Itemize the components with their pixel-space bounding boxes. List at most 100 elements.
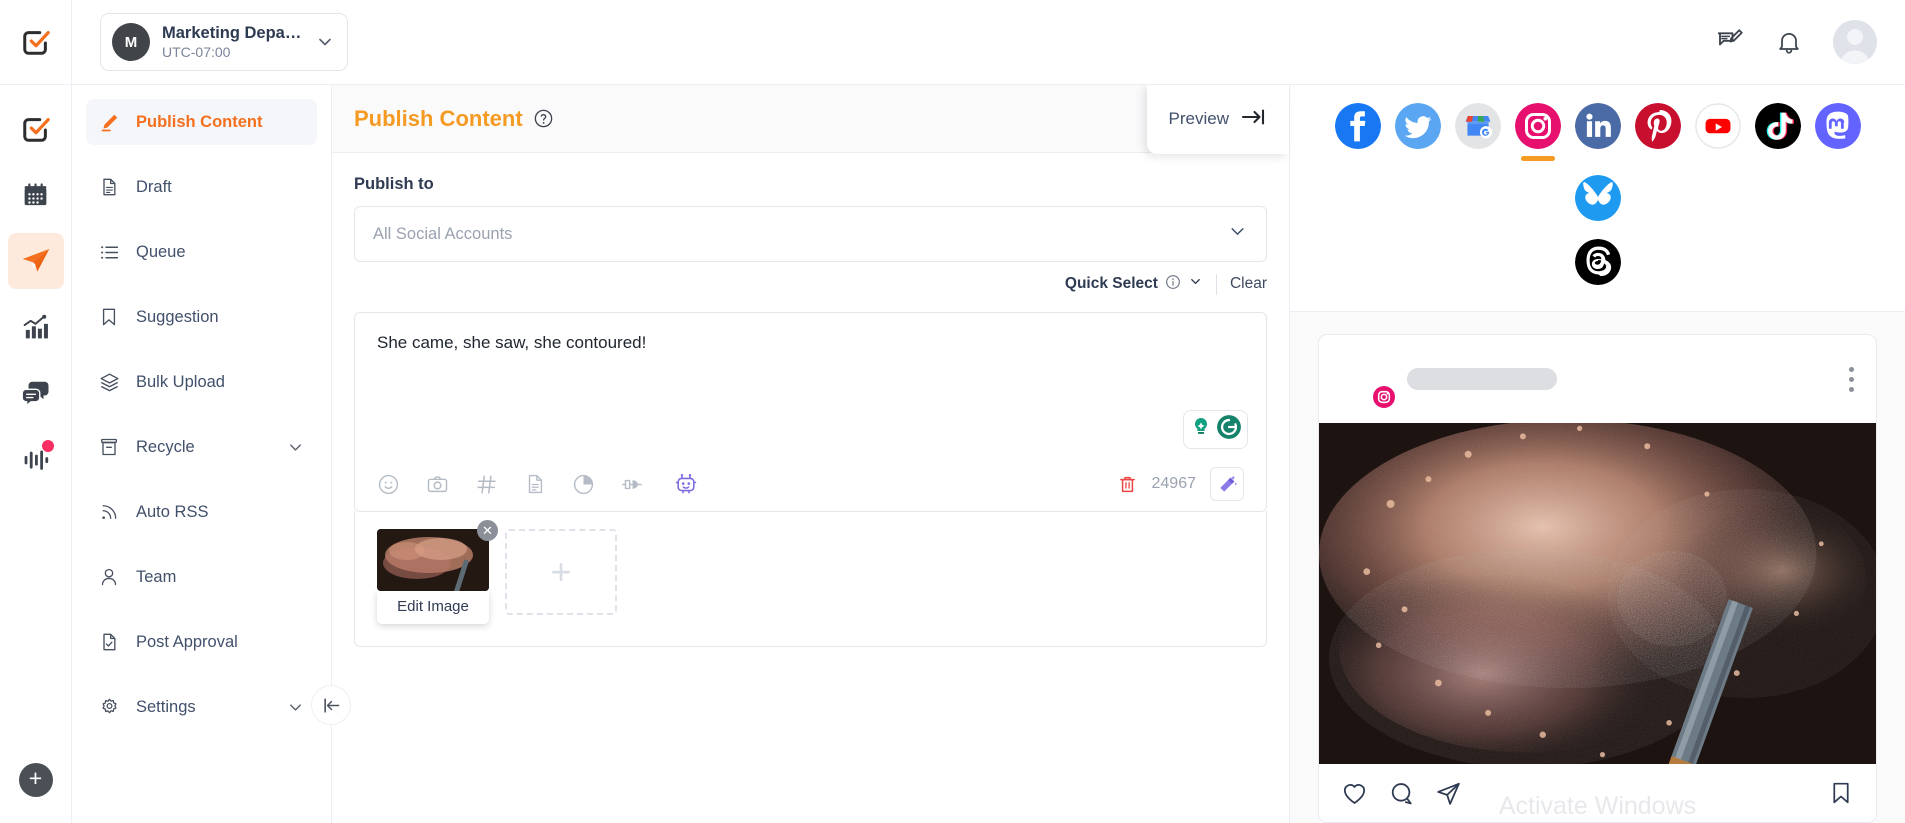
layers-icon — [98, 372, 120, 393]
collapse-left-icon — [323, 697, 339, 713]
page-title-wrap: Publish Content — [354, 106, 554, 132]
post-header — [1319, 335, 1876, 423]
active-underline — [1701, 156, 1735, 161]
pencil-icon — [98, 112, 120, 133]
sidebar-item-recycle[interactable]: Recycle — [86, 424, 317, 470]
active-underline — [1581, 156, 1615, 161]
preview-button[interactable]: Preview — [1146, 84, 1289, 154]
workspace-timezone: UTC-07:00 — [162, 44, 231, 61]
account-select-value: All Social Accounts — [373, 224, 513, 243]
google-business-icon — [1454, 103, 1501, 149]
camera-icon[interactable] — [426, 473, 449, 496]
close-icon[interactable]: ✕ — [477, 520, 498, 541]
archive-icon — [98, 437, 120, 457]
sidebar-item-label: Auto RSS — [136, 502, 209, 521]
heart-icon[interactable] — [1341, 780, 1368, 807]
network-bluesky[interactable] — [1574, 175, 1621, 233]
rail-item-analytics[interactable] — [8, 299, 64, 355]
sidebar-item-label: Draft — [136, 177, 172, 196]
pie-chart-icon[interactable] — [572, 473, 595, 496]
add-button[interactable]: + — [18, 763, 53, 797]
plug-icon[interactable] — [621, 473, 648, 496]
user-icon — [98, 567, 120, 587]
post-text-input[interactable]: She came, she saw, she contoured! — [355, 313, 1266, 457]
trash-icon[interactable] — [1117, 474, 1138, 495]
network-threads[interactable] — [1574, 239, 1621, 297]
rail-item-calendar[interactable] — [8, 167, 64, 223]
network-pinterest[interactable] — [1634, 103, 1681, 161]
sidebar-item-auto-rss[interactable]: Auto RSS — [86, 489, 317, 535]
sidebar-item-settings[interactable]: Settings — [86, 684, 317, 730]
network-instagram[interactable] — [1514, 103, 1561, 161]
sidebar-collapse-button[interactable] — [311, 685, 351, 725]
app-logo[interactable] — [0, 0, 72, 84]
paper-plane-icon — [22, 249, 49, 272]
grammarly-logo-icon — [1216, 414, 1242, 445]
network-row — [1310, 103, 1885, 233]
checkbox-check-icon — [22, 118, 50, 142]
comment-icon[interactable] — [1388, 780, 1415, 807]
network-linkedin[interactable] — [1574, 103, 1621, 161]
network-tiktok[interactable] — [1754, 103, 1801, 161]
bell-icon[interactable] — [1775, 28, 1803, 56]
info-icon — [1165, 274, 1181, 295]
bookmark-icon[interactable] — [1828, 780, 1854, 806]
workspace-selector[interactable]: M Marketing Departm… UTC-07:00 — [100, 13, 348, 71]
question-circle-icon[interactable] — [533, 108, 554, 129]
composer-panel: Publish Content Publish to All Social Ac… — [332, 84, 1290, 823]
network-row-2 — [1310, 239, 1885, 297]
sidebar-item-team[interactable]: Team — [86, 554, 317, 600]
sidebar-item-draft[interactable]: Draft — [86, 164, 317, 210]
composer-header: Publish Content — [332, 85, 1289, 153]
sidebar-item-label: Settings — [136, 697, 196, 716]
editor-toolbar: 24967 — [355, 457, 1266, 511]
grammarly-badge[interactable] — [1183, 410, 1248, 449]
post-avatar-wrap — [1341, 353, 1395, 408]
edit-image-button[interactable]: Edit Image — [377, 591, 489, 624]
share-icon[interactable] — [1435, 780, 1462, 807]
media-item: ✕ Edit Image — [377, 520, 498, 624]
threads-icon — [1574, 239, 1621, 285]
document-icon[interactable] — [524, 473, 546, 495]
add-media-button[interactable]: + — [505, 529, 617, 615]
rail-item-publish[interactable] — [7, 233, 64, 289]
rail-item-listening[interactable] — [8, 431, 64, 487]
youtube-icon — [1694, 103, 1741, 149]
sidebar-item-suggestion[interactable]: Suggestion — [86, 294, 317, 340]
active-underline — [1581, 228, 1615, 233]
sidebar-item-label: Recycle — [136, 437, 195, 456]
post-preview-area: Activate Windows — [1290, 312, 1905, 823]
network-twitter[interactable] — [1394, 103, 1441, 161]
account-select[interactable]: All Social Accounts — [354, 206, 1267, 262]
clear-button[interactable]: Clear — [1217, 275, 1267, 293]
active-underline — [1341, 156, 1375, 161]
network-facebook[interactable] — [1334, 103, 1381, 161]
media-thumbnail[interactable] — [377, 529, 489, 591]
sidebar-item-bulk-upload[interactable]: Bulk Upload — [86, 359, 317, 405]
ai-robot-icon[interactable] — [674, 472, 698, 496]
feedback-edit-icon[interactable] — [1715, 27, 1745, 57]
post-author-placeholder — [1407, 368, 1557, 390]
gear-icon — [98, 697, 120, 718]
network-mastodon[interactable] — [1814, 103, 1861, 161]
plus-icon: + — [550, 551, 572, 592]
emoji-icon[interactable] — [377, 473, 400, 496]
magic-wand-button[interactable] — [1210, 467, 1244, 501]
network-youtube[interactable] — [1694, 103, 1741, 161]
grammarly-suggestion-icon — [1189, 415, 1213, 444]
quick-select-button[interactable]: Quick Select — [1065, 273, 1217, 295]
document-icon — [98, 177, 120, 197]
editor-toolbar-right: 24967 — [1117, 467, 1244, 501]
composer-body: Publish to All Social Accounts Quick Sel… — [332, 153, 1289, 823]
more-options-icon[interactable] — [1849, 366, 1854, 392]
sidebar-item-post-approval[interactable]: Post Approval — [86, 619, 317, 665]
hashtag-icon[interactable] — [475, 473, 498, 496]
sidebar-item-queue[interactable]: Queue — [86, 229, 317, 275]
sidebar-item-publish-content[interactable]: Publish Content — [86, 99, 317, 145]
rail-item-inbox[interactable] — [8, 365, 64, 421]
rail-item-logo[interactable] — [8, 101, 64, 157]
active-underline — [1761, 156, 1795, 161]
network-google-business[interactable] — [1454, 103, 1501, 161]
sidebar-item-label: Bulk Upload — [136, 372, 225, 391]
avatar[interactable] — [1833, 20, 1877, 64]
